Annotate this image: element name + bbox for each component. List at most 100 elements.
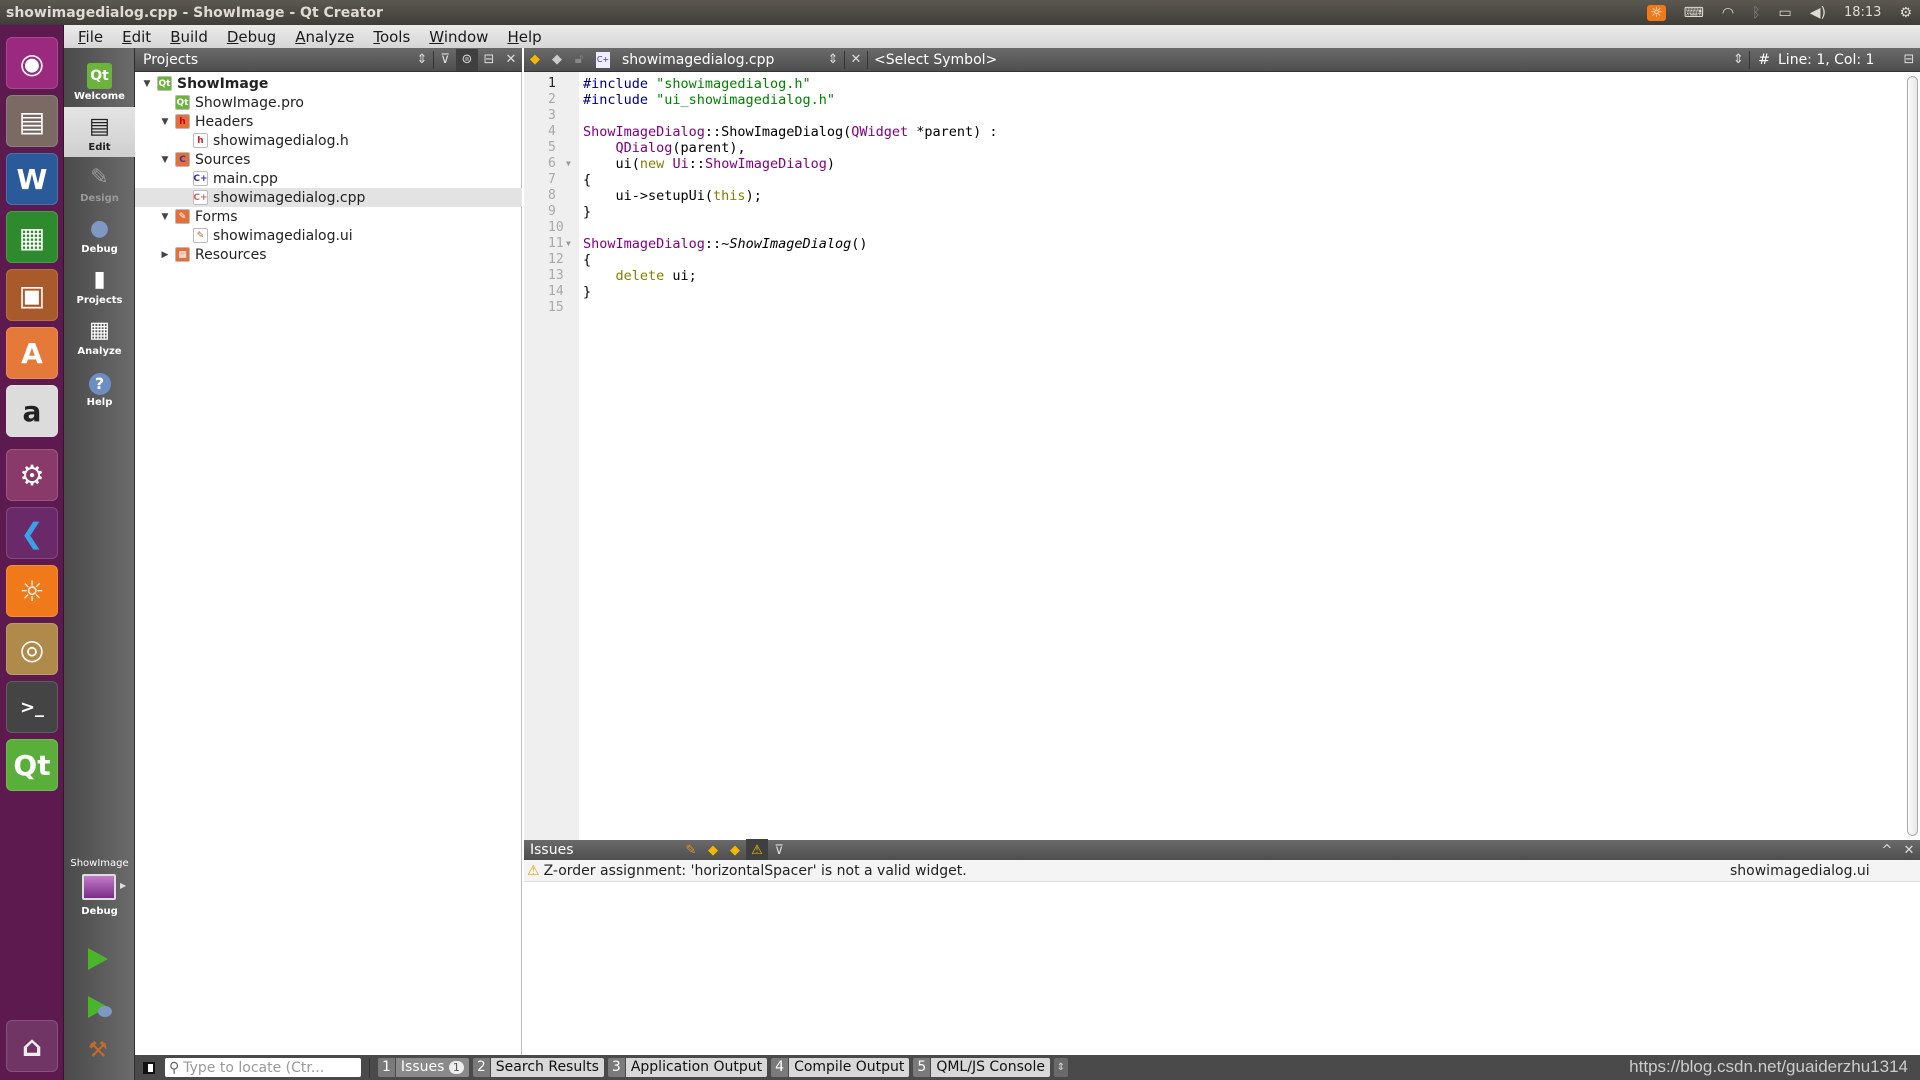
lock-icon[interactable]: 🔓︎ — [568, 49, 590, 71]
analyze-mode-icon: ▦ — [89, 318, 110, 343]
more-panes-icon[interactable]: ⇕ — [1054, 1058, 1068, 1077]
launcher-chrome[interactable]: ◎ — [6, 623, 58, 675]
launcher-terminal[interactable]: >_ — [6, 681, 58, 733]
menu-tools[interactable]: Tools — [373, 28, 410, 46]
prev-issue-icon[interactable]: ◆ — [702, 839, 724, 861]
close-pane-icon[interactable]: ✕ — [1898, 839, 1920, 861]
warnings-filter-icon[interactable]: ⚠ — [746, 839, 768, 861]
collapsed-arrow-icon[interactable]: ▶ — [159, 250, 171, 260]
wifi-icon[interactable]: ◠ — [1722, 5, 1734, 21]
fold-marker-icon[interactable]: ▼ — [566, 156, 571, 172]
launcher-files[interactable]: ▤ — [6, 95, 58, 147]
output-pane-button-application-output[interactable]: 3 Application Output — [607, 1058, 768, 1077]
output-pane-button-compile-output[interactable]: 4 Compile Output — [771, 1058, 910, 1077]
tree-item[interactable]: C+ main.cpp — [135, 169, 522, 188]
tree-item[interactable]: ▼ h Headers — [135, 112, 522, 131]
system-settings-icon: ⚙ — [19, 458, 45, 492]
output-pane-button-issues[interactable]: 1 Issues 1 — [378, 1058, 469, 1077]
menu-analyze[interactable]: Analyze — [295, 28, 354, 46]
mode-projects[interactable]: ▮ Projects — [64, 260, 135, 310]
line-number: 1 — [548, 76, 556, 91]
close-icon[interactable]: ✕ — [500, 49, 522, 71]
battery-icon[interactable]: ▭ — [1779, 5, 1792, 21]
power-gear-icon[interactable]: ⚙ — [1899, 5, 1912, 21]
mode-design[interactable]: ✎ Design — [64, 158, 135, 208]
menu-file[interactable]: File — [78, 28, 103, 46]
expanded-arrow-icon[interactable]: ▼ — [159, 155, 171, 165]
expanded-arrow-icon[interactable]: ▼ — [159, 212, 171, 222]
build-button[interactable]: ⚒ — [88, 1038, 108, 1063]
launcher-libreoffice-impress[interactable]: ▣ — [6, 269, 58, 321]
split-icon[interactable]: ⊟ — [478, 49, 500, 71]
cursor-position[interactable]: Line: 1, Col: 1 — [1778, 52, 1898, 68]
menu-window[interactable]: Window — [429, 28, 488, 46]
symbol-selector[interactable]: <Select Symbol> — [874, 52, 1727, 68]
symbol-dropdown-icon[interactable]: ⇕ — [1727, 49, 1749, 71]
mode-welcome[interactable]: Qt Welcome — [64, 56, 135, 106]
mode-debug[interactable]: ● Debug — [64, 209, 135, 259]
toggle-sidebar-icon[interactable] — [143, 1061, 155, 1074]
launcher-trash[interactable]: ⌂ — [6, 1020, 58, 1072]
nav-back-icon[interactable]: ◆ — [524, 49, 546, 71]
document-dropdown-icon[interactable]: ⇕ — [822, 49, 844, 71]
locator-input[interactable]: ⚲ Type to locate (Ctr... — [165, 1058, 361, 1077]
next-issue-icon[interactable]: ◆ — [724, 839, 746, 861]
launcher-ubuntu-software[interactable]: A — [6, 327, 58, 379]
output-pane-button-search-results[interactable]: 2 Search Results — [472, 1058, 604, 1077]
fold-marker-icon[interactable]: ▼ — [566, 236, 571, 252]
launcher-video-player[interactable]: ☼ — [6, 565, 58, 617]
keyboard-icon[interactable]: ⌨ — [1684, 5, 1704, 21]
tree-item[interactable]: ▼ C Sources — [135, 150, 522, 169]
tree-item[interactable]: C+ showimagedialog.cpp — [135, 188, 522, 207]
expanded-arrow-icon[interactable]: ▼ — [159, 117, 171, 127]
code-editor[interactable]: #include "showimagedialog.h" #include "ui… — [583, 72, 1905, 840]
mode-edit[interactable]: ▤ Edit — [64, 107, 135, 157]
issue-row[interactable]: ⚠ Z-order assignment: 'horizontalSpacer' … — [524, 860, 1920, 882]
mode-help[interactable]: ? Help — [64, 362, 135, 412]
launcher-amazon[interactable]: a — [6, 385, 58, 437]
view-selector-icon[interactable]: ⇕ — [411, 49, 433, 71]
kit-selector-icon[interactable] — [82, 874, 116, 900]
mode-label: Debug — [81, 244, 118, 255]
menu-help[interactable]: Help — [507, 28, 541, 46]
bluetooth-icon[interactable]: ᛒ — [1752, 5, 1760, 21]
output-pane-button-qml-js-console[interactable]: 5 QML/JS Console — [913, 1058, 1050, 1077]
expanded-arrow-icon[interactable]: ▼ — [141, 79, 153, 89]
menu-debug[interactable]: Debug — [227, 28, 276, 46]
libreoffice-calc-icon: ▦ — [18, 220, 46, 254]
tree-item[interactable]: Qt ShowImage.pro — [135, 93, 522, 112]
launcher-libreoffice-writer[interactable]: W — [6, 153, 58, 205]
launcher-system-settings[interactable]: ⚙ — [6, 449, 58, 501]
nav-forward-icon[interactable]: ◆ — [546, 49, 568, 71]
launcher-libreoffice-calc[interactable]: ▦ — [6, 211, 58, 263]
code-line: #include "showimagedialog.h" — [583, 76, 811, 92]
filter-icon[interactable]: ⊽ — [434, 49, 456, 71]
filter-icon[interactable]: ⊽ — [768, 839, 790, 861]
maximize-pane-icon[interactable]: ^ — [1876, 839, 1898, 861]
launcher-ubuntu-dash[interactable]: ◉ — [6, 37, 58, 89]
split-editor-icon[interactable]: ⊟ — [1898, 49, 1920, 71]
issue-message: Z-order assignment: 'horizontalSpacer' i… — [543, 862, 967, 879]
tree-item[interactable]: ▼ ✎ Forms — [135, 207, 522, 226]
tree-item[interactable]: h showimagedialog.h — [135, 131, 522, 150]
tree-item[interactable]: ▼ Qt ShowImage — [135, 74, 522, 93]
update-indicator-icon[interactable]: ☼ — [1647, 4, 1666, 21]
clock[interactable]: 18:13 — [1844, 5, 1881, 20]
clear-issues-icon[interactable]: ✎ — [680, 839, 702, 861]
sync-link-icon[interactable]: ⊜ — [456, 48, 478, 71]
open-document-selector[interactable]: showimagedialog.cpp — [622, 52, 822, 68]
menu-edit[interactable]: Edit — [122, 28, 151, 46]
close-document-icon[interactable]: ✕ — [845, 49, 867, 71]
mode-analyze[interactable]: ▦ Analyze — [64, 311, 135, 361]
tree-item[interactable]: ▶ ▦ Resources — [135, 245, 522, 264]
watermark: https://blog.csdn.net/guaiderzhu1314 — [1629, 1057, 1908, 1076]
launcher-qt-creator[interactable]: Qt — [6, 739, 58, 791]
launcher-vscode[interactable]: ❮ — [6, 507, 58, 559]
help-mode-icon: ? — [88, 373, 111, 395]
menu-bar: File Edit Build Debug Analyze Tools Window Help — [64, 25, 1920, 48]
menu-build[interactable]: Build — [170, 28, 208, 46]
run-button[interactable] — [88, 948, 108, 970]
volume-icon[interactable]: ◀) — [1810, 5, 1826, 21]
tree-item[interactable]: ✎ showimagedialog.ui — [135, 226, 522, 245]
editor-scrollbar[interactable] — [1905, 72, 1920, 840]
